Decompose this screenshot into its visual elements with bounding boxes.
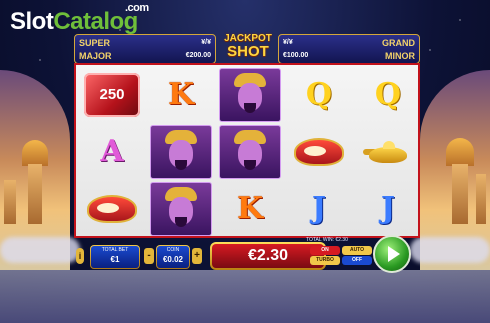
play-icon: [387, 246, 400, 262]
genie-symbol-icon: [150, 181, 212, 236]
palace-tower: [476, 174, 486, 224]
symbol-a: A: [100, 134, 124, 169]
turbo-toggle[interactable]: TURBO: [310, 256, 340, 265]
reel-cell: 250: [79, 67, 145, 122]
coin-value: €0.02: [162, 255, 184, 264]
palace-tower: [4, 180, 16, 224]
slipper-symbol-icon: [294, 137, 344, 166]
major-jackpot-value: €200.00: [185, 52, 211, 59]
turbo-on-indicator: ON: [310, 246, 340, 255]
logo-slot-text: Slot: [10, 8, 54, 35]
genie-symbol-icon: [219, 67, 281, 122]
reel-cell: [79, 181, 145, 236]
grand-jackpot-value: ¥/¥: [283, 39, 293, 46]
auto-toggle[interactable]: AUTO: [342, 246, 372, 255]
symbol-j: J: [311, 191, 327, 226]
coin-minus-button[interactable]: -: [144, 248, 154, 264]
total-bet-box[interactable]: TOTAL BET €1: [90, 245, 140, 269]
magic-lamp-symbol-icon: [363, 139, 413, 165]
reel-cell: J: [286, 181, 352, 236]
cash-gem-symbol: 250: [84, 72, 140, 117]
control-bar: i TOTAL BET €1 - COIN €0.02 + €2.30 TOTA…: [70, 237, 420, 270]
genie-symbol-icon: [219, 124, 281, 179]
reel-cell: [148, 181, 214, 236]
reel-cell: [286, 124, 352, 179]
symbol-q: Q: [374, 77, 402, 112]
reel-cell: K: [148, 67, 214, 122]
grand-jackpot-label: GRAND: [382, 37, 415, 48]
reel-cell: [217, 124, 283, 179]
symbol-k: K: [167, 77, 195, 112]
auto-state: OFF: [342, 256, 372, 265]
reel-cell: A: [79, 124, 145, 179]
win-display: €2.30: [210, 242, 326, 270]
symbol-j: J: [380, 191, 396, 226]
jackpot-title-line2: SHOT: [227, 43, 269, 60]
reel-cell: Q: [355, 67, 421, 122]
total-bet-label: TOTAL BET: [101, 247, 129, 253]
super-jackpot-label: SUPER: [79, 37, 111, 48]
jackpot-shot-title: JACKPOT SHOT: [220, 32, 276, 64]
symbol-k: K: [236, 191, 264, 226]
coin-label: COIN: [166, 247, 180, 253]
jackpot-right-panel: ¥/¥ GRAND €100.00 MINOR: [278, 34, 420, 64]
palace-dome: [22, 140, 48, 166]
super-jackpot-value: ¥/¥: [201, 39, 211, 46]
jackpot-left-panel: SUPER ¥/¥ MAJOR €200.00: [74, 34, 216, 64]
reel-cell: [355, 124, 421, 179]
palace-dome: [446, 138, 474, 166]
reel-cell: K: [217, 181, 283, 236]
genie-symbol-icon: [150, 124, 212, 179]
coin-plus-button[interactable]: +: [192, 248, 202, 264]
reel-cell: [217, 67, 283, 122]
mist-floor: [0, 270, 490, 323]
win-amount: €2.30: [212, 244, 324, 268]
total-bet-value: €1: [110, 255, 120, 264]
coin-value-box: COIN €0.02: [156, 245, 190, 269]
major-jackpot-label: MAJOR: [79, 50, 112, 61]
spin-button[interactable]: [373, 235, 411, 273]
jackpot-header: SUPER ¥/¥ MAJOR €200.00 JACKPOT SHOT ¥/¥…: [74, 32, 420, 64]
reel-cell: Q: [286, 67, 352, 122]
cloud: [410, 237, 490, 263]
reel-cell: [148, 124, 214, 179]
minor-jackpot-label: MINOR: [385, 50, 415, 61]
game-screen: SlotCatalog .com SUPER ¥/¥ MAJOR €200.00…: [0, 0, 490, 323]
minor-jackpot-value: €100.00: [283, 52, 309, 59]
total-win-label: TOTAL WIN: €2.30: [306, 237, 348, 243]
slipper-symbol-icon: [87, 194, 137, 223]
cloud: [0, 237, 80, 263]
info-button[interactable]: i: [76, 248, 84, 264]
palace-tower: [452, 164, 468, 224]
logo-com-text: .com: [125, 2, 149, 14]
slotcatalog-logo: SlotCatalog .com: [10, 2, 149, 36]
reel-grid: 250 A K K Q J Q J: [74, 63, 420, 238]
symbol-q: Q: [305, 77, 333, 112]
palace-tower: [28, 164, 42, 224]
reel-cell: J: [355, 181, 421, 236]
